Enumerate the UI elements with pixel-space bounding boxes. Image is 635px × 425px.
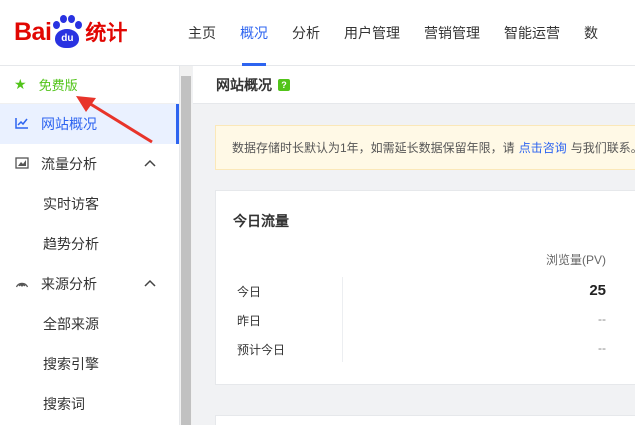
sidebar-item-search-engines[interactable]: 搜索引擎 xyxy=(0,344,179,384)
row-label-yesterday: 昨日 xyxy=(237,314,262,328)
sidebar-item-label: 流量分析 xyxy=(41,156,97,172)
row-value-forecast-today: -- xyxy=(598,341,606,355)
consult-link[interactable]: 点击咨询 xyxy=(519,139,567,156)
sidebar-item-traffic-analysis[interactable]: 流量分析 xyxy=(0,144,179,184)
nav-item-data[interactable]: 数 xyxy=(572,0,610,66)
logo-du-text: du xyxy=(55,29,80,48)
row-value-today: 25 xyxy=(589,282,606,299)
sidebar-item-label: 来源分析 xyxy=(41,276,97,292)
star-icon: ★ xyxy=(14,76,27,92)
sidebar-item-all-sources[interactable]: 全部来源 xyxy=(0,304,179,344)
nav-item-analysis[interactable]: 分析 xyxy=(280,0,332,66)
sidebar-item-source-analysis[interactable]: 来源分析 xyxy=(0,264,179,304)
column-header-pv: 浏览量(PV) xyxy=(546,253,607,267)
row-value-yesterday: -- xyxy=(598,312,606,326)
sidebar-item-search-terms[interactable]: 搜索词 xyxy=(0,384,179,424)
top-header: Bai du 统计 主页 概况 分析 用户管理 营销管理 智能运营 数 xyxy=(0,0,635,66)
row-label-forecast-today: 预计今日 xyxy=(237,343,286,357)
row-label-today: 今日 xyxy=(237,285,262,299)
help-icon[interactable]: ? xyxy=(278,78,290,91)
baidu-tongji-logo[interactable]: Bai du 统计 xyxy=(14,12,127,52)
main-nav: 主页 概况 分析 用户管理 营销管理 智能运营 数 xyxy=(176,0,610,66)
baidu-paw-icon: du xyxy=(52,15,83,49)
next-card xyxy=(215,415,635,425)
line-chart-icon xyxy=(14,117,30,132)
nav-item-smart-operations[interactable]: 智能运营 xyxy=(492,0,572,66)
notice-text-end: 与我们联系。 xyxy=(570,141,635,155)
chevron-up-icon[interactable] xyxy=(143,276,157,290)
today-traffic-card: 今日流量 浏览量(PV) 今日 25 昨日 -- 预计今日 -- xyxy=(215,190,635,385)
logo-bai-text: Bai xyxy=(14,17,52,46)
logo-tongji-text: 统计 xyxy=(85,21,128,45)
signal-icon xyxy=(14,277,30,292)
page-title: 网站概况 xyxy=(216,76,272,93)
red-arrow-annotation xyxy=(76,96,153,144)
nav-item-home[interactable]: 主页 xyxy=(176,0,228,66)
page-header: 网站概况 ? xyxy=(193,66,635,104)
nav-item-overview[interactable]: 概况 xyxy=(228,0,280,66)
sidebar-item-realtime-visitors[interactable]: 实时访客 xyxy=(0,184,179,224)
nav-item-user-management[interactable]: 用户管理 xyxy=(332,0,412,66)
sidebar-scrollbar-thumb[interactable] xyxy=(181,76,191,425)
notice-text: 数据存储时长默认为1年，如需延长数据保留年限，请 xyxy=(232,141,515,155)
nav-item-marketing[interactable]: 营销管理 xyxy=(412,0,492,66)
column-divider xyxy=(342,277,343,362)
card-title: 今日流量 xyxy=(233,213,289,229)
chevron-up-icon[interactable] xyxy=(143,156,157,170)
area-chart-icon xyxy=(14,156,30,172)
data-retention-notice: 数据存储时长默认为1年，如需延长数据保留年限，请 点击咨询 与我们联系。 xyxy=(215,125,635,170)
sidebar-item-trend-analysis[interactable]: 趋势分析 xyxy=(0,224,179,264)
